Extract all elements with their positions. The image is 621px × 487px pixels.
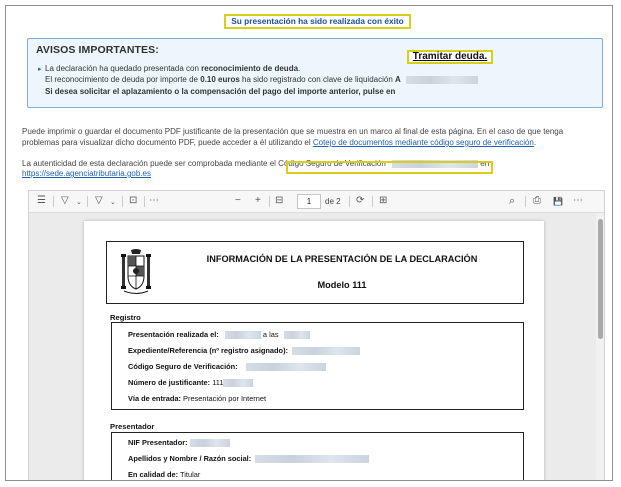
important-notice: AVISOS IMPORTANTES: ▸ La declaración ha … xyxy=(27,38,603,108)
row-via: Vía de entrada: Presentación por Interne… xyxy=(128,394,267,403)
redacted-csv-code xyxy=(245,363,326,372)
toolbar-divider xyxy=(269,196,270,207)
rotate-icon[interactable]: ⟳ xyxy=(356,195,364,207)
row-nif: NIF Presentador: xyxy=(128,438,230,448)
toolbar-divider xyxy=(87,196,88,207)
row-expediente: Expediente/Referencia (nº registro asign… xyxy=(128,346,361,356)
zoom-in-icon[interactable]: + xyxy=(255,195,261,207)
save-icon[interactable]: 💾 xyxy=(553,196,563,208)
row-nombre: Apellidos y Nombre / Razón social: xyxy=(128,454,370,464)
redacted-liquidation-key xyxy=(406,75,479,84)
toolbar-divider xyxy=(122,196,123,207)
more-icon[interactable]: ⋯ xyxy=(149,195,159,207)
notice-line-2: El reconocimiento de deuda por importe d… xyxy=(45,75,479,84)
section-presentador-label: Presentador xyxy=(110,422,155,431)
csv-highlight xyxy=(286,161,493,174)
print-icon[interactable]: ⎙ xyxy=(533,195,541,207)
contents-icon[interactable]: ☰ xyxy=(37,195,46,207)
redacted-nif xyxy=(189,439,230,448)
redacted-justificante xyxy=(223,379,254,388)
pdf-modelo: Modelo 111 xyxy=(317,280,367,290)
section-registro-label: Registro xyxy=(110,313,141,322)
pdf-viewer: ☰ ▽ ⌄ ▽ ⌄ ⊡ ⋯ − + ⊟ 1 de 2 ⟳ ⊞ ⌕ ⎙ 💾 ⋯ I… xyxy=(28,190,605,480)
page-view-icon[interactable]: ⊞ xyxy=(379,195,387,207)
draw-icon[interactable]: ▽ xyxy=(95,195,103,207)
redacted-name xyxy=(255,455,370,464)
sede-link-line: https://sede.agenciatributaria.gob.es xyxy=(22,168,151,179)
more-options-icon[interactable]: ⋯ xyxy=(573,195,583,207)
redacted-reference xyxy=(292,347,361,356)
notice-line-1: La declaración ha quedado presentada con… xyxy=(45,64,301,73)
pdf-header-box: INFORMACIÓN DE LA PRESENTACIÓN DE LA DEC… xyxy=(106,241,524,304)
cotejo-link[interactable]: Cotejo de documentos mediante código seg… xyxy=(313,138,534,147)
vertical-scrollbar[interactable] xyxy=(596,213,604,480)
highlight-icon[interactable]: ▽ xyxy=(61,195,69,207)
zoom-out-icon[interactable]: − xyxy=(235,195,241,207)
pdf-toolbar: ☰ ▽ ⌄ ▽ ⌄ ⊡ ⋯ − + ⊟ 1 de 2 ⟳ ⊞ ⌕ ⎙ 💾 ⋯ xyxy=(29,191,604,213)
fit-page-icon[interactable]: ⊟ xyxy=(275,195,283,207)
row-justificante: Número de justificante: 111 xyxy=(128,378,254,388)
chevron-down-icon[interactable]: ⌄ xyxy=(110,197,116,209)
toolbar-divider xyxy=(372,196,373,207)
search-icon[interactable]: ⌕ xyxy=(509,195,515,207)
toolbar-divider xyxy=(144,196,145,207)
success-message: Su presentación ha sido realizada con éx… xyxy=(224,14,411,29)
row-fecha: Presentación realizada el: a las xyxy=(128,330,310,340)
row-csv: Código Seguro de Verificación: xyxy=(128,362,326,372)
toolbar-divider xyxy=(525,196,526,207)
info-paragraph-line-2: problemas para visualizar dicho document… xyxy=(22,138,537,147)
text-icon[interactable]: ⊡ xyxy=(129,195,137,207)
row-calidad: En calidad de: Titular xyxy=(128,470,201,479)
scroll-thumb[interactable] xyxy=(598,219,603,339)
notice-line-3: Si desea solicitar el aplazamiento o la … xyxy=(45,87,396,96)
chevron-down-icon[interactable]: ⌄ xyxy=(76,197,82,209)
notice-title: AVISOS IMPORTANTES: xyxy=(36,44,159,56)
section-registro-box: Presentación realizada el: a las Expedie… xyxy=(111,322,524,410)
info-paragraph-line-1: Puede imprimir o guardar el documento PD… xyxy=(22,127,564,136)
redacted-time xyxy=(283,331,310,340)
toolbar-divider xyxy=(349,196,350,207)
page-frame: Su presentación ha sido realizada con éx… xyxy=(5,5,613,481)
bullet-arrow-icon: ▸ xyxy=(38,66,42,73)
toolbar-divider xyxy=(53,196,54,207)
page-total: de 2 xyxy=(325,197,341,206)
coat-of-arms-logo xyxy=(121,249,151,294)
pdf-page: INFORMACIÓN DE LA PRESENTACIÓN DE LA DEC… xyxy=(84,221,544,480)
section-presentador-box: NIF Presentador: Apellidos y Nombre / Ra… xyxy=(111,432,524,480)
tramitar-deuda-link[interactable]: Tramitar deuda. xyxy=(407,50,493,64)
page-number-input[interactable]: 1 xyxy=(297,194,321,209)
redacted-date xyxy=(224,331,261,340)
pdf-title: INFORMACIÓN DE LA PRESENTACIÓN DE LA DEC… xyxy=(206,254,478,264)
sede-link[interactable]: https://sede.agenciatributaria.gob.es xyxy=(22,169,151,178)
